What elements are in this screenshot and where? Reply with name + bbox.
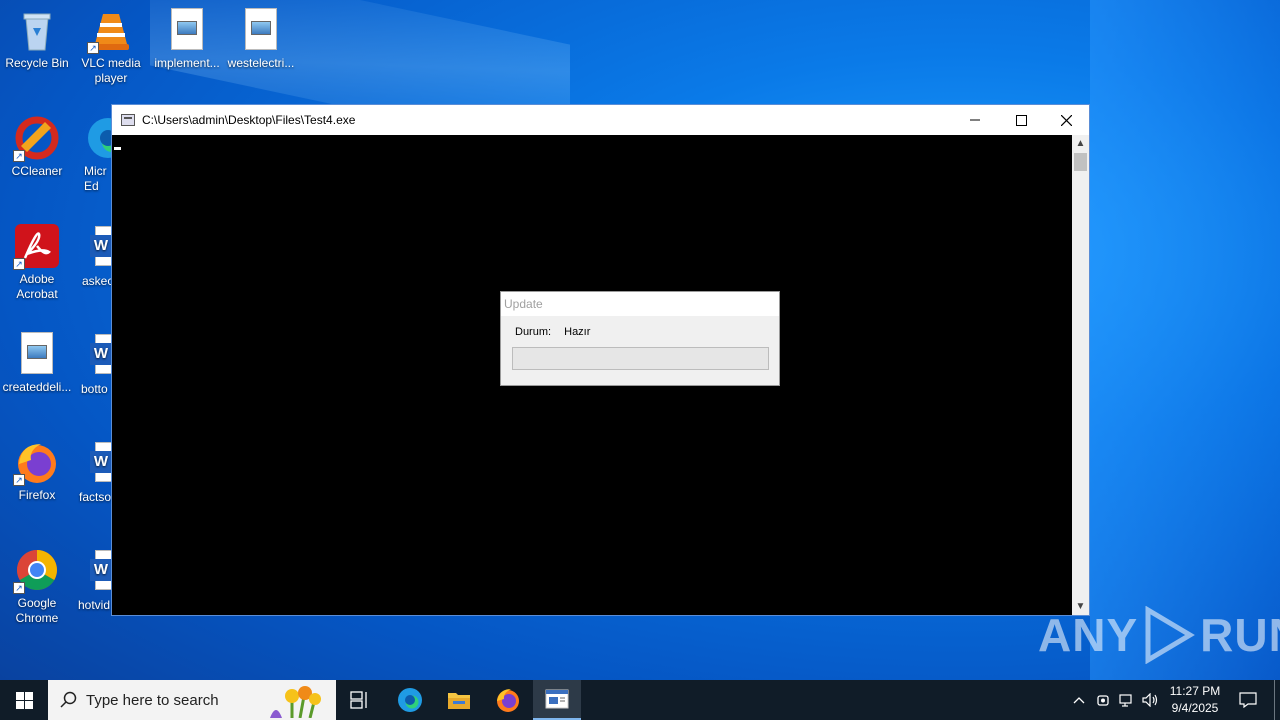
ccleaner-icon: ↗ (13, 116, 59, 162)
update-progress-bar (512, 347, 769, 370)
status-row: Durum: Hazır (515, 326, 590, 338)
desktop-icon-botto[interactable]: W botto (66, 332, 112, 397)
desktop-icon-vlc[interactable]: ↗ VLC media player (74, 8, 148, 86)
taskbar: Type here to search 11:27 PM 9/4/2025 (0, 680, 1280, 720)
status-value: Hazır (564, 326, 591, 338)
chrome-icon: ↗ (13, 548, 59, 594)
desktop-icon-label: factso (79, 490, 112, 504)
network-icon (1119, 694, 1132, 707)
console-title: C:\Users\admin\Desktop\Files\Test4.exe (142, 113, 356, 127)
taskbar-firefox[interactable] (484, 680, 532, 720)
taskbar-console-app[interactable] (533, 680, 581, 720)
watermark-right-text: RUN (1200, 609, 1280, 661)
adobe-acrobat-icon: ↗ (13, 224, 59, 270)
wallpaper-light-beam (1090, 0, 1280, 680)
word-document-icon: W (88, 442, 112, 486)
watermark-left-text: ANY (1038, 609, 1139, 661)
image-file-icon (239, 8, 283, 52)
close-icon (1060, 114, 1072, 126)
speaker-icon (1142, 693, 1158, 707)
update-dialog[interactable]: Update Durum: Hazır (500, 291, 780, 386)
desktop-icon-label: Micr Ed (84, 164, 107, 193)
word-document-icon: W (88, 550, 112, 594)
desktop-icon-askec[interactable]: W askec (66, 224, 112, 289)
scroll-up-arrow-icon[interactable]: ▲ (1072, 135, 1089, 152)
show-hidden-icons-button[interactable] (1068, 680, 1090, 720)
desktop-icon-label: Google Chrome (15, 596, 59, 625)
desktop-icon-createddeli[interactable]: createddeli... (0, 332, 74, 395)
desktop-icon-hotvid[interactable]: W hotvid (66, 548, 112, 613)
desktop-icon-label: westelectri... (227, 56, 295, 70)
console-scrollbar[interactable]: ▲ ▼ (1072, 135, 1089, 615)
vlc-icon: ↗ (87, 8, 133, 54)
image-file-icon (15, 332, 59, 376)
folder-icon (448, 693, 470, 709)
volume-button[interactable] (1140, 680, 1162, 720)
status-label: Durum: (515, 326, 552, 338)
word-document-icon: W (88, 334, 112, 378)
desktop-icon-implement[interactable]: implement... (150, 8, 224, 71)
minimize-icon (970, 119, 980, 121)
taskbar-edge[interactable] (386, 680, 434, 720)
desktop-icon-westelectri[interactable]: westelectri... (224, 8, 298, 71)
firefox-icon (497, 689, 519, 712)
desktop-icon-factso[interactable]: W factso (66, 440, 112, 505)
windows-logo-icon (15, 691, 33, 709)
task-view-icon (350, 691, 367, 709)
console-titlebar[interactable]: C:\Users\admin\Desktop\Files\Test4.exe (112, 105, 1089, 135)
console-window-icon (545, 689, 569, 709)
network-button[interactable] (1116, 680, 1138, 720)
update-dialog-title: Update (501, 292, 779, 316)
desktop-icon-label: hotvid (78, 598, 111, 612)
text-cursor (114, 147, 121, 150)
clock-date: 9/4/2025 (1171, 701, 1219, 715)
maximize-button[interactable] (998, 105, 1044, 135)
task-view-button[interactable] (336, 680, 384, 720)
firefox-icon: ↗ (13, 440, 59, 486)
play-logo-icon (1145, 606, 1196, 664)
notifications-button[interactable] (1234, 680, 1262, 720)
tray-app-button[interactable] (1093, 680, 1113, 720)
start-button[interactable] (0, 680, 48, 720)
clock-time: 11:27 PM (1169, 684, 1221, 698)
scrollbar-thumb[interactable] (1074, 153, 1087, 171)
desktop-icon-firefox[interactable]: ↗ Firefox (0, 440, 74, 503)
desktop-icon-label: Adobe Acrobat (16, 272, 58, 301)
search-placeholder: Type here to search (86, 691, 219, 709)
minimize-button[interactable] (952, 105, 998, 135)
desktop-icon-label: botto (81, 382, 108, 396)
desktop-icon-label: implement... (154, 56, 220, 70)
desktop-icon-label: Recycle Bin (5, 56, 69, 70)
chevron-up-icon (1073, 697, 1085, 704)
notification-icon (1239, 692, 1257, 708)
anyrun-watermark: ANY RUN (1038, 606, 1280, 664)
image-file-icon (165, 8, 209, 52)
desktop-icon-label: askec (82, 274, 112, 288)
taskbar-file-explorer[interactable] (435, 680, 483, 720)
desktop-icon-label: Firefox (18, 488, 56, 502)
search-highlight-flowers-icon (270, 686, 321, 718)
recycle-bin-icon (15, 8, 59, 52)
console-app-icon (121, 114, 135, 126)
desktop-icon-label: VLC media player (81, 56, 141, 85)
taskbar-clock[interactable]: 11:27 PM 9/4/2025 (1160, 683, 1230, 717)
desktop-icon-label: createddeli... (2, 380, 72, 394)
word-document-icon: W (88, 226, 112, 270)
show-desktop-button[interactable] (1274, 680, 1275, 720)
taskbar-search-box[interactable]: Type here to search (48, 680, 336, 720)
close-button[interactable] (1043, 105, 1089, 135)
desktop-icon-google-chrome[interactable]: ↗ Google Chrome (0, 548, 74, 626)
search-icon (60, 691, 77, 708)
desktop-icon-adobe-acrobat[interactable]: ↗ Adobe Acrobat (0, 224, 74, 302)
desktop-icon-edge[interactable]: Micr Ed (66, 116, 116, 194)
desktop-icon-ccleaner[interactable]: ↗ CCleaner (0, 116, 74, 179)
edge-icon (398, 688, 422, 712)
tray-app-icon (1097, 695, 1109, 706)
desktop-icon-label: CCleaner (11, 164, 63, 178)
desktop-icon-recycle-bin[interactable]: Recycle Bin (0, 8, 74, 71)
maximize-icon (1015, 114, 1027, 126)
